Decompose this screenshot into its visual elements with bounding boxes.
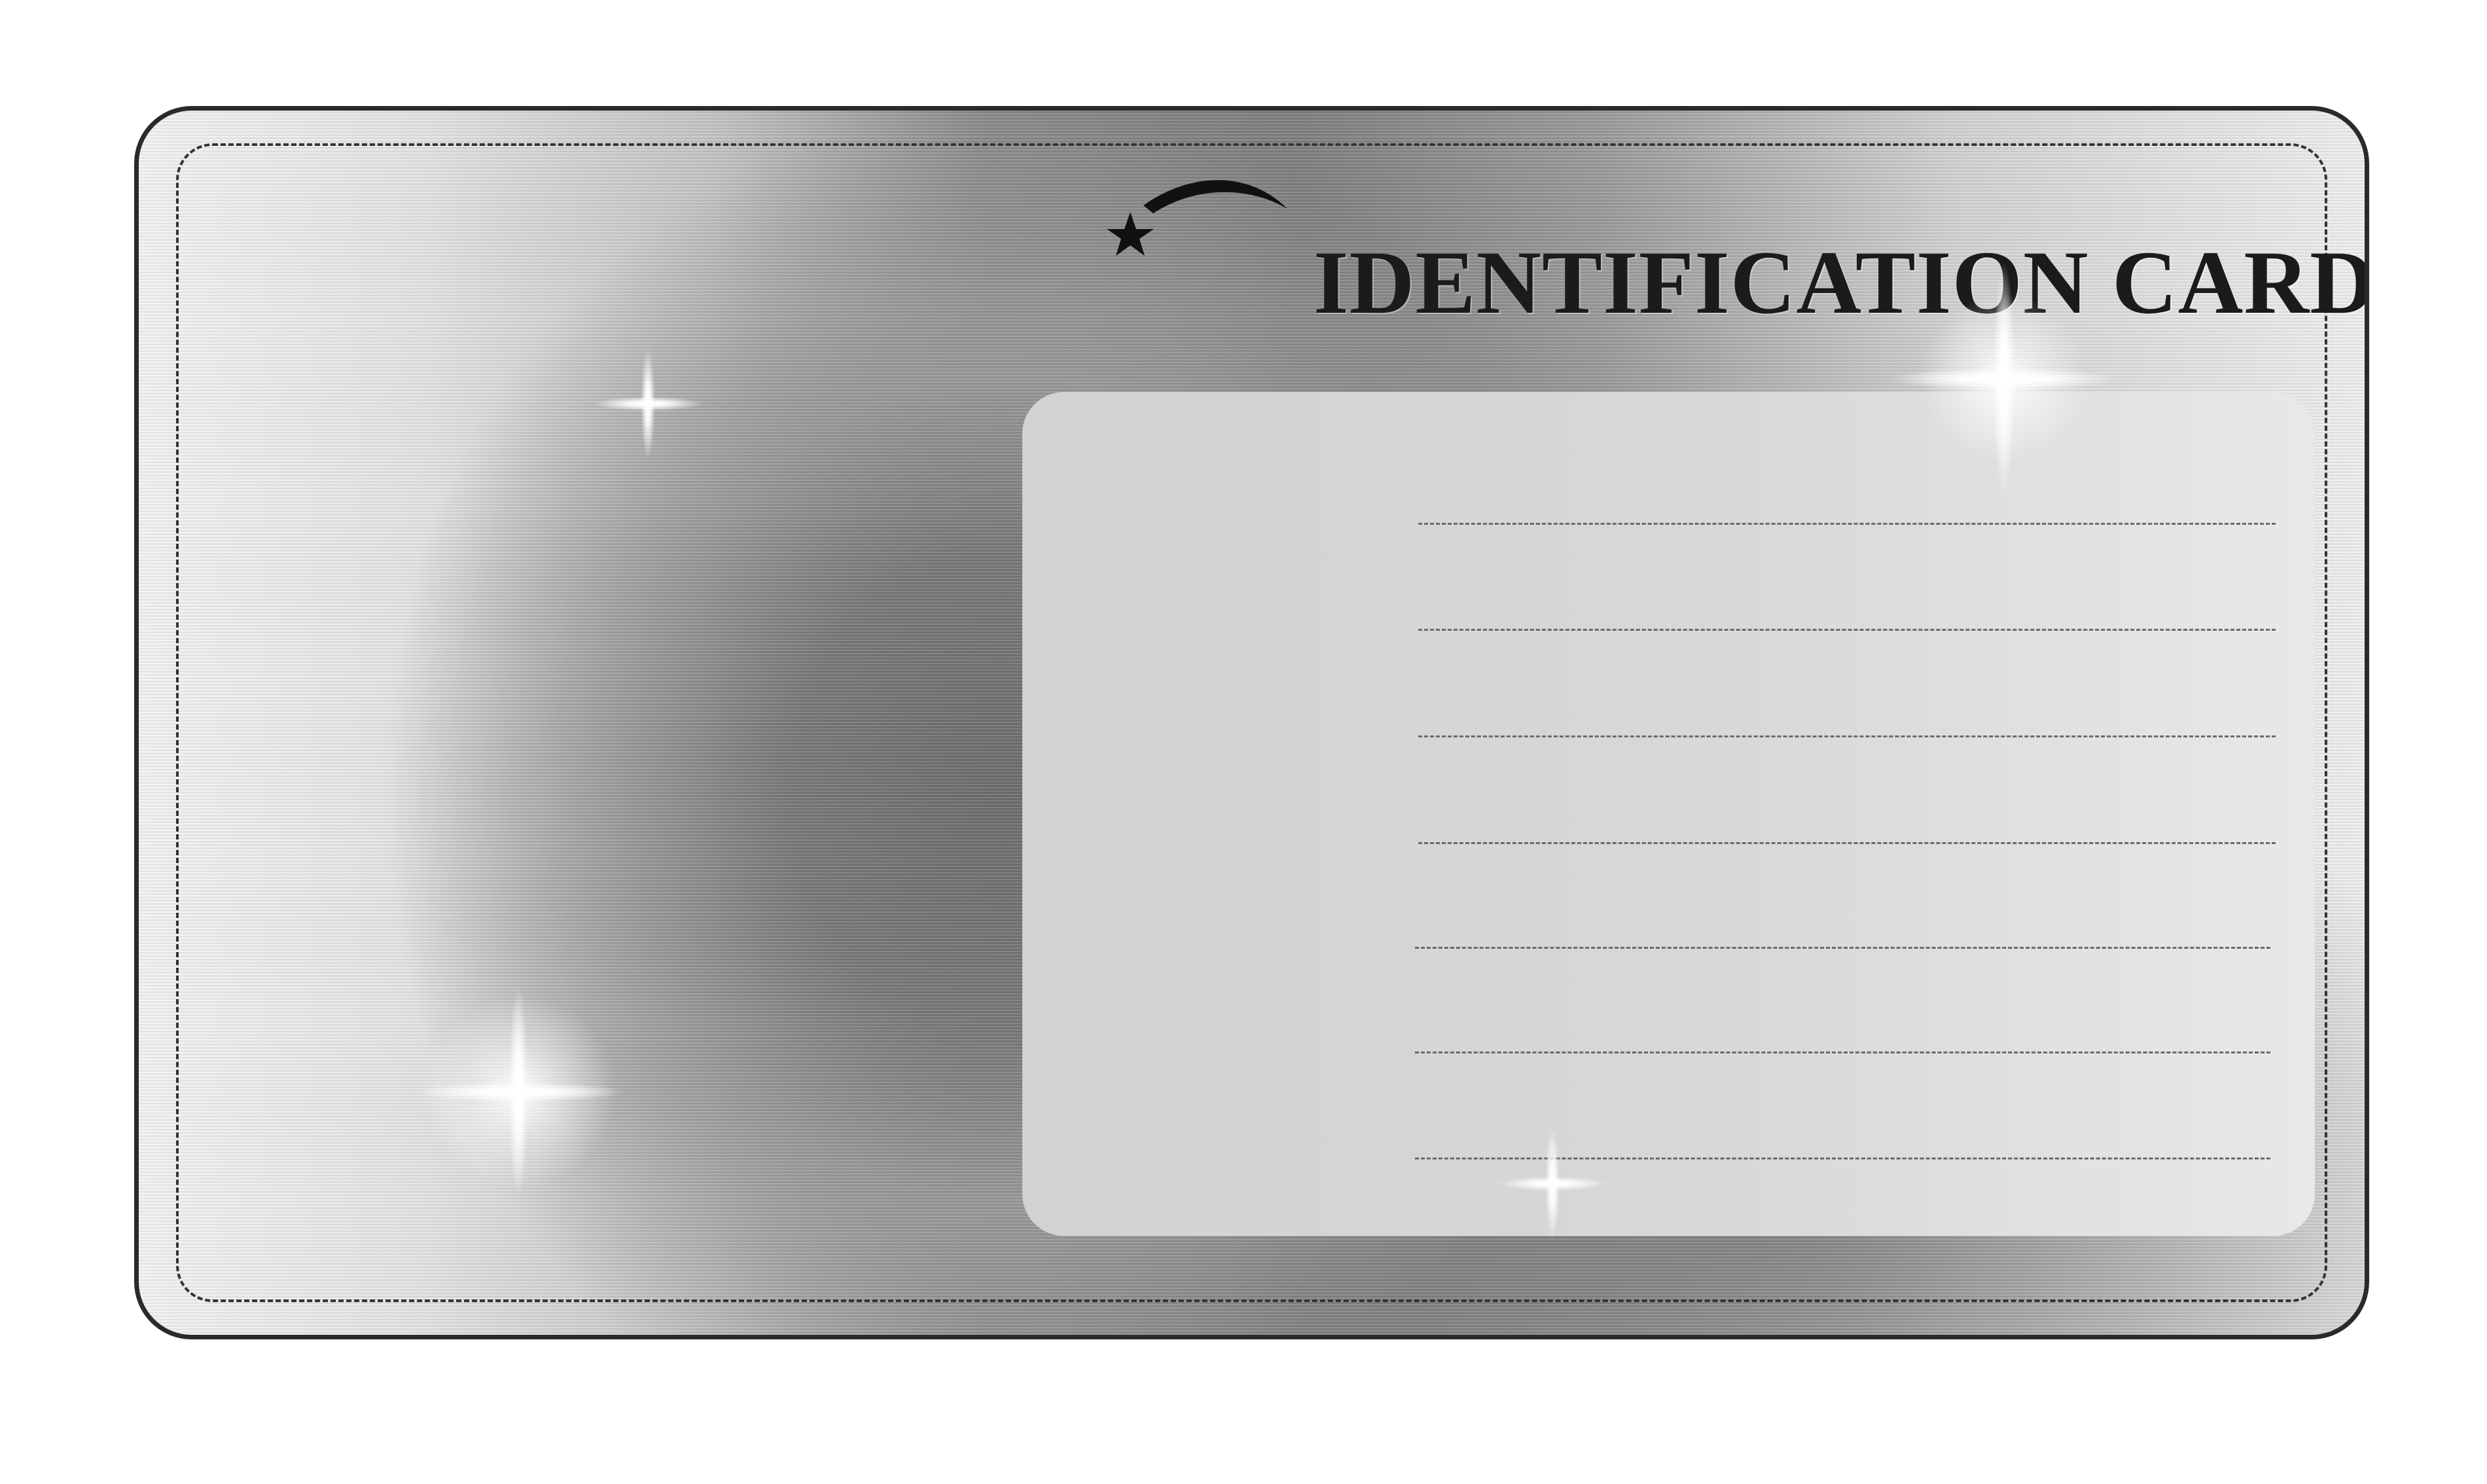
info-panel — [1022, 392, 2315, 1236]
field-line — [1415, 1157, 2270, 1159]
shooting-star-icon — [1107, 180, 1287, 256]
field-line — [1418, 842, 2276, 844]
card-header: IDENTIFICATION CARD — [1098, 173, 2365, 332]
field-line — [1415, 1051, 2270, 1053]
card-title: IDENTIFICATION CARD — [1314, 232, 2369, 332]
field-line — [1418, 523, 2276, 525]
field-line — [1418, 629, 2276, 631]
field-line — [1415, 947, 2270, 949]
field-line — [1418, 735, 2276, 737]
id-card: IDENTIFICATION CARD — [134, 106, 2369, 1339]
